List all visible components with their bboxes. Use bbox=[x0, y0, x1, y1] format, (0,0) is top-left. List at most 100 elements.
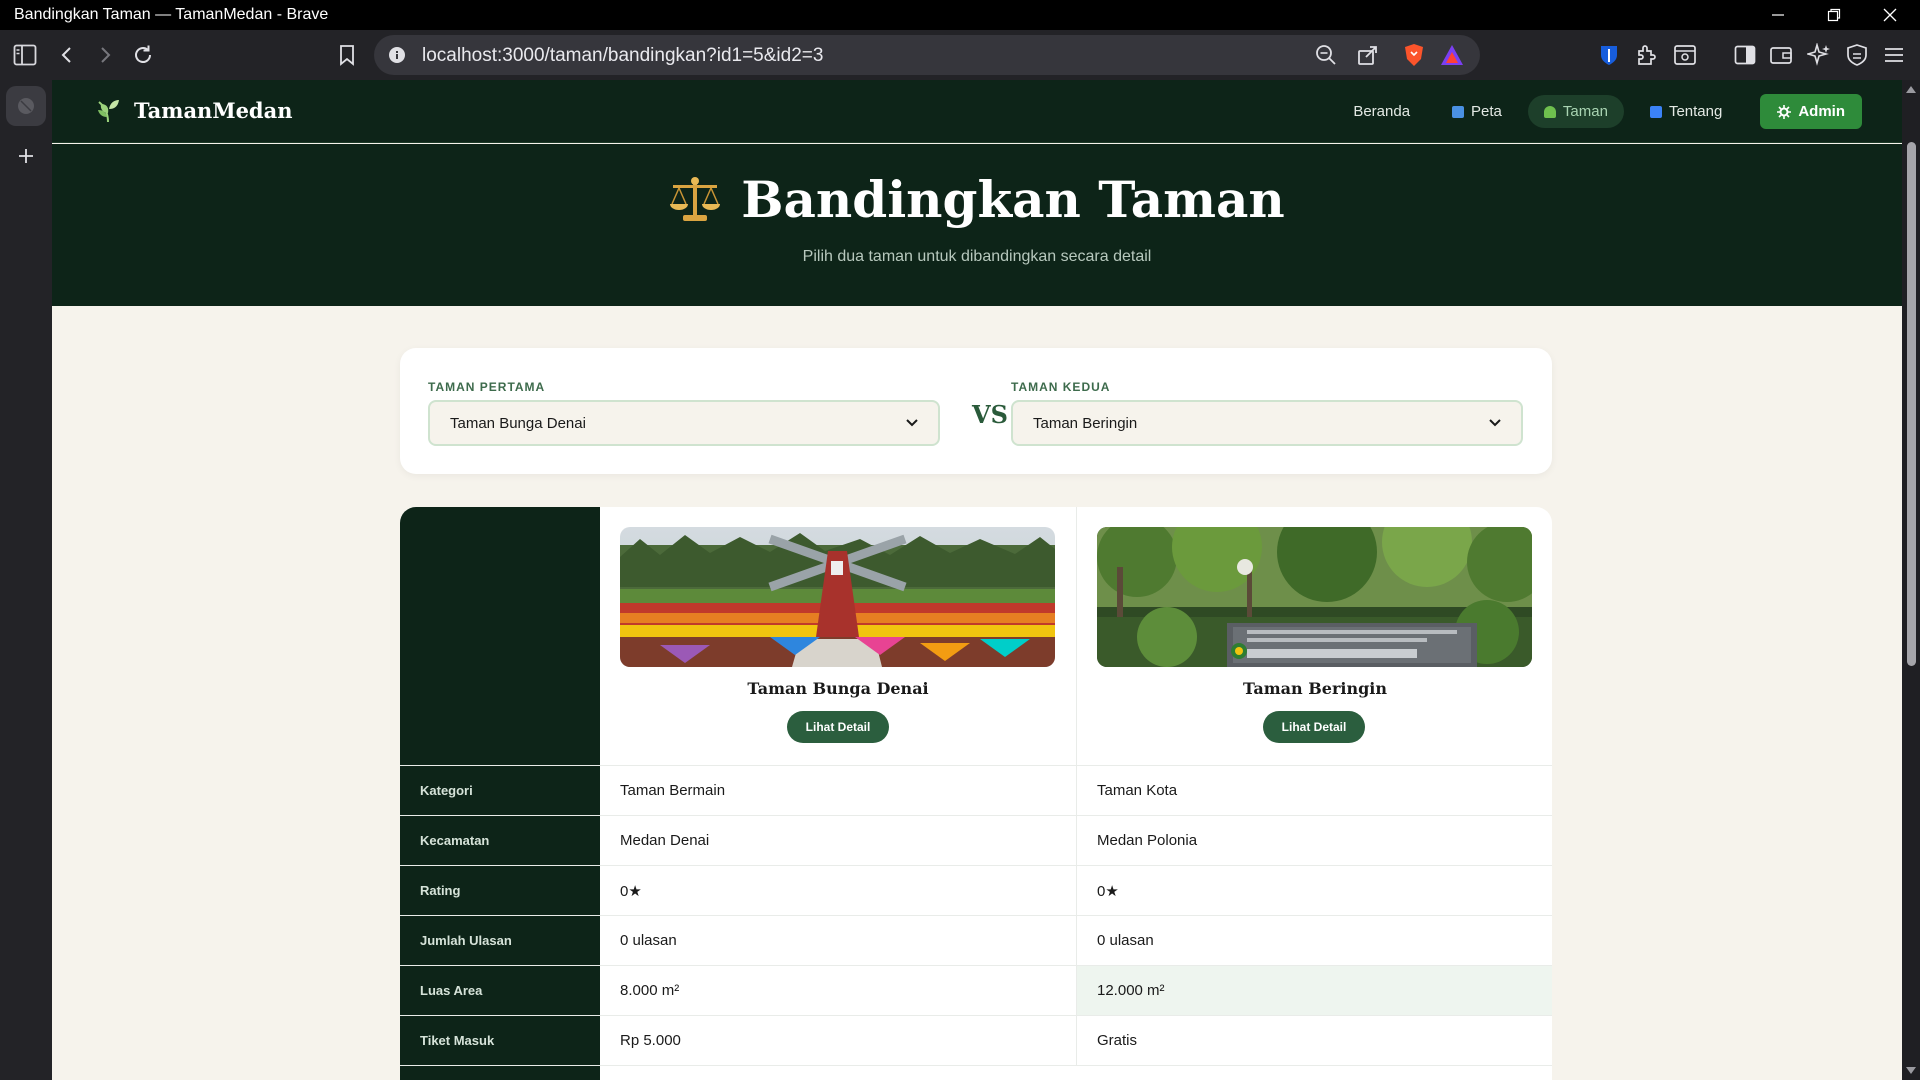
scroll-up-icon[interactable] bbox=[1906, 86, 1916, 93]
first-park-selected-value: Taman Bunga Denai bbox=[450, 414, 586, 432]
share-icon[interactable] bbox=[1354, 41, 1382, 69]
brave-shields-icon[interactable] bbox=[1400, 41, 1428, 69]
row-jumlah-ulasan: Jumlah Ulasan 0 ulasan 0 ulasan bbox=[400, 915, 1552, 966]
close-icon bbox=[1883, 8, 1897, 22]
url-text: localhost:3000/taman/bandingkan?id1=5&id… bbox=[422, 45, 824, 66]
scroll-down-icon[interactable] bbox=[1906, 1067, 1916, 1074]
new-tab-button[interactable] bbox=[12, 142, 40, 170]
park-a-name: Taman Bunga Denai bbox=[747, 679, 929, 698]
bookmark-icon bbox=[340, 45, 354, 66]
row-kecamatan: Kecamatan Medan Denai Medan Polonia bbox=[400, 815, 1552, 866]
admin-button[interactable]: Admin bbox=[1760, 94, 1862, 129]
active-tab-favicon[interactable] bbox=[6, 86, 46, 126]
row-label: Kategori bbox=[420, 783, 473, 798]
brand-name: TamanMedan bbox=[134, 97, 293, 123]
brand-logo-link[interactable]: TamanMedan bbox=[96, 97, 292, 123]
nav-taman[interactable]: Taman bbox=[1527, 95, 1624, 128]
park-a-value: 8.000 m² bbox=[620, 982, 680, 999]
puzzle-icon bbox=[1638, 45, 1656, 65]
park-b-photo bbox=[1097, 527, 1532, 667]
nav-beranda-label: Beranda bbox=[1353, 103, 1411, 120]
chevron-down-icon bbox=[906, 419, 918, 427]
hero-heading: Bandingkan Taman bbox=[52, 170, 1902, 229]
park-b-value-highlighted: 12.000 m² bbox=[1076, 966, 1552, 1016]
back-arrow-icon bbox=[61, 47, 71, 63]
row-label: Tiket Masuk bbox=[420, 1033, 495, 1048]
vertical-tabs-panel bbox=[0, 80, 52, 1080]
first-park-select[interactable]: Taman Bunga Denai bbox=[428, 400, 940, 446]
row-luas-area: Luas Area 8.000 m² 12.000 m² bbox=[400, 965, 1552, 1016]
nav-beranda[interactable]: Beranda bbox=[1337, 95, 1426, 128]
info-icon bbox=[1649, 105, 1662, 118]
reload-button[interactable] bbox=[126, 38, 160, 72]
restore-icon bbox=[1827, 8, 1841, 22]
back-button[interactable] bbox=[50, 38, 84, 72]
close-window-button[interactable] bbox=[1862, 0, 1918, 30]
side-panel-icon bbox=[1734, 45, 1756, 65]
vs-label: VS bbox=[972, 400, 1008, 429]
browser-toolbar: localhost:3000/taman/bandingkan?id1=5&id… bbox=[0, 30, 1920, 80]
leo-ai-button[interactable] bbox=[1802, 38, 1836, 72]
chevron-down-icon bbox=[1489, 419, 1501, 427]
second-park-select[interactable]: Taman Beringin bbox=[1011, 400, 1523, 446]
page-scrollbar[interactable] bbox=[1902, 80, 1920, 1080]
park-a-photo bbox=[620, 527, 1055, 667]
vpn-button[interactable] bbox=[1840, 38, 1874, 72]
password-manager-icon bbox=[1601, 46, 1617, 65]
park-b-value: Gratis bbox=[1076, 1016, 1552, 1066]
plus-icon bbox=[19, 149, 33, 163]
minimize-icon bbox=[1772, 14, 1784, 16]
leaf-icon bbox=[98, 100, 119, 123]
park-a-value: Medan Denai bbox=[620, 832, 710, 849]
park-a-header: Taman Bunga Denai Lihat Detail bbox=[600, 507, 1076, 765]
park-b-value: Taman Kota bbox=[1076, 766, 1552, 816]
nav-peta[interactable]: Peta bbox=[1436, 95, 1518, 128]
wallet-icon bbox=[1770, 47, 1792, 64]
park-a-value: 0 ulasan bbox=[620, 932, 677, 949]
forward-button[interactable] bbox=[88, 38, 122, 72]
row-label: Jumlah Ulasan bbox=[420, 933, 512, 948]
sidebar-panel-button[interactable] bbox=[1728, 38, 1762, 72]
second-park-selected-value: Taman Beringin bbox=[1033, 414, 1138, 432]
zoom-icon[interactable] bbox=[1312, 41, 1340, 69]
park-a-value: 0★ bbox=[620, 883, 642, 900]
restore-button[interactable] bbox=[1806, 0, 1862, 30]
park-b-name: Taman Beringin bbox=[1243, 679, 1387, 698]
scrollbar-thumb[interactable] bbox=[1907, 142, 1916, 666]
row-label: Rating bbox=[420, 883, 461, 898]
row-next-partial bbox=[400, 1065, 1552, 1080]
nav-peta-label: Peta bbox=[1471, 103, 1502, 120]
admin-button-label: Admin bbox=[1798, 103, 1845, 120]
wallet-button[interactable] bbox=[1764, 38, 1798, 72]
reload-icon bbox=[135, 45, 151, 63]
reader-mode-button[interactable] bbox=[1668, 38, 1702, 72]
brave-rewards-icon[interactable] bbox=[1438, 41, 1466, 69]
park-a-detail-button[interactable]: Lihat Detail bbox=[787, 711, 889, 743]
menu-button[interactable] bbox=[1877, 38, 1911, 72]
tree-icon bbox=[1543, 105, 1556, 118]
site-info-icon[interactable] bbox=[388, 46, 406, 69]
extensions-button[interactable] bbox=[1630, 38, 1664, 72]
bookmark-button[interactable] bbox=[330, 38, 364, 72]
park-b-value: 0★ bbox=[1076, 866, 1552, 916]
park-b-detail-button[interactable]: Lihat Detail bbox=[1263, 711, 1365, 743]
sparkle-icon bbox=[1807, 43, 1830, 66]
minimize-button[interactable] bbox=[1750, 0, 1806, 30]
sidebar-toggle-button[interactable] bbox=[8, 38, 42, 72]
park-selector-card: TAMAN PERTAMA Taman Bunga Denai VS TAMAN… bbox=[400, 348, 1552, 474]
address-bar[interactable]: localhost:3000/taman/bandingkan?id1=5&id… bbox=[374, 35, 1480, 75]
hero-section: Bandingkan Taman Pilih dua taman untuk d… bbox=[52, 144, 1902, 306]
second-park-label: TAMAN KEDUA bbox=[1011, 380, 1111, 394]
hamburger-icon bbox=[1885, 48, 1903, 62]
globe-icon bbox=[18, 98, 34, 114]
comparison-table: Taman Bunga Denai Lihat Detail Taman Ber… bbox=[400, 507, 1552, 1080]
page-subtitle: Pilih dua taman untuk dibandingkan secar… bbox=[802, 248, 1152, 265]
row-label: Kecamatan bbox=[420, 833, 490, 848]
page-title: Bandingkan Taman bbox=[741, 170, 1285, 229]
shield-icon bbox=[1847, 44, 1867, 66]
bitwarden-extension-button[interactable] bbox=[1592, 38, 1626, 72]
page-viewport: TamanMedan Beranda Peta Taman Tentang Ad… bbox=[52, 80, 1902, 1080]
nav-tentang[interactable]: Tentang bbox=[1634, 95, 1738, 128]
site-navbar: TamanMedan Beranda Peta Taman Tentang Ad… bbox=[52, 80, 1902, 143]
row-rating: Rating 0★ 0★ bbox=[400, 865, 1552, 916]
